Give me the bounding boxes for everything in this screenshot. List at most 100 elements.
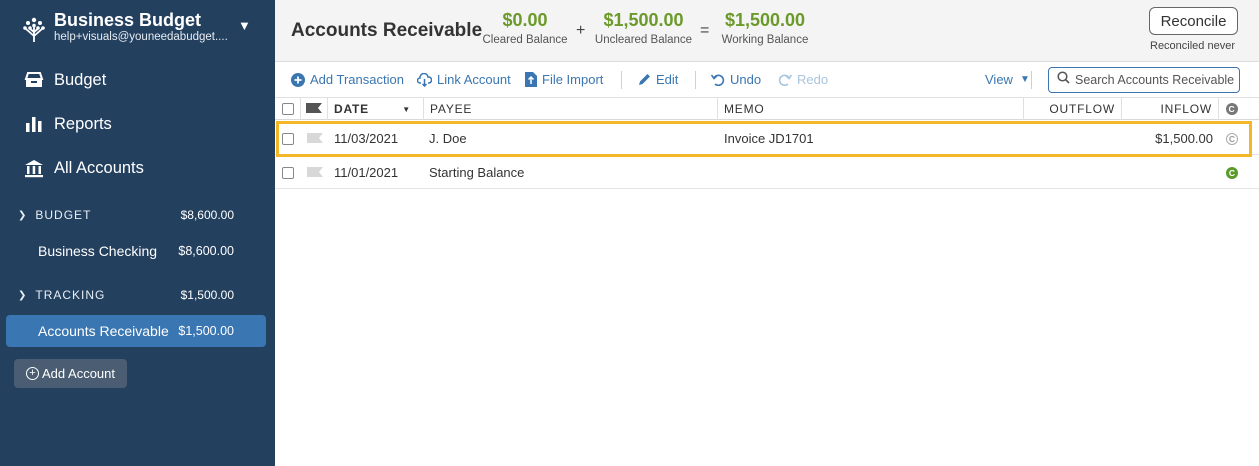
column-header-date[interactable]: DATE ▼ — [328, 98, 424, 120]
cleared-balance-value: $0.00 — [502, 10, 548, 30]
plus-circle-icon: + — [26, 367, 39, 380]
toolbar-divider — [1031, 71, 1032, 89]
flag-icon — [306, 165, 323, 180]
search-input[interactable] — [1075, 73, 1235, 87]
toolbar-divider — [695, 71, 696, 89]
file-import-icon — [525, 72, 537, 87]
undo-icon — [711, 73, 725, 86]
redo-button[interactable]: Redo — [778, 72, 828, 87]
account-balance: $8,600.00 — [178, 244, 234, 258]
uncleared-icon[interactable]: C — [1226, 132, 1238, 145]
file-import-button[interactable]: File Import — [525, 72, 603, 87]
nav-budget-label: Budget — [54, 70, 107, 89]
nav-all-accounts-label: All Accounts — [54, 158, 144, 177]
row-checkbox[interactable] — [282, 132, 294, 145]
cloud-link-icon — [417, 72, 432, 87]
group-budget-header[interactable]: ❯ BUDGET $8,600.00 — [18, 205, 234, 225]
cleared-balance-label: Cleared Balance — [482, 34, 568, 46]
row-inflow[interactable]: $1,500.00 — [1122, 122, 1219, 155]
row-memo[interactable]: Invoice JD1701 — [718, 122, 1024, 155]
search-icon — [1057, 71, 1070, 89]
edit-button[interactable]: Edit — [638, 72, 678, 87]
working-balance: $1,500.00 Working Balance — [715, 10, 815, 46]
account-business-checking[interactable]: Business Checking $8,600.00 — [6, 235, 266, 267]
row-flag-cell[interactable] — [301, 156, 328, 189]
plus-circle-icon — [291, 72, 305, 87]
select-all-checkbox[interactable] — [281, 103, 294, 115]
column-header-inflow[interactable]: INFLOW — [1122, 98, 1219, 120]
column-header-memo[interactable]: MEMO — [718, 98, 1024, 120]
row-cleared-cell: C — [1219, 156, 1245, 189]
account-accounts-receivable[interactable]: Accounts Receivable $1,500.00 — [6, 315, 266, 347]
group-budget-amount: $8,600.00 — [180, 208, 234, 222]
account-header: Accounts Receivable $0.00 Cleared Balanc… — [275, 0, 1259, 62]
link-account-button[interactable]: Link Account — [417, 72, 511, 87]
add-account-label: Add Account — [42, 366, 115, 381]
row-inflow[interactable] — [1122, 156, 1219, 189]
undo-label: Undo — [730, 72, 762, 87]
row-flag-cell[interactable] — [301, 122, 328, 155]
row-date[interactable]: 11/03/2021 — [328, 122, 424, 155]
row-payee[interactable]: J. Doe — [423, 122, 717, 155]
row-outflow[interactable] — [1024, 156, 1122, 189]
budget-switcher[interactable]: Business Budget help+visuals@youneedabud… — [20, 10, 260, 50]
row-outflow[interactable] — [1024, 122, 1122, 155]
nav-budget[interactable]: Budget — [24, 66, 106, 94]
view-dropdown[interactable]: View ▼ — [985, 72, 1030, 87]
search-box[interactable] — [1048, 67, 1240, 93]
flag-column-header[interactable] — [301, 98, 328, 120]
reconciled-status: Reconciled never — [1150, 40, 1235, 52]
view-label: View — [985, 72, 1013, 87]
table-row[interactable]: 11/03/2021 J. Doe Invoice JD1701 $1,500.… — [275, 122, 1259, 155]
tree-logo-icon — [22, 16, 46, 44]
row-select-cell — [275, 156, 301, 189]
equals-sign: = — [700, 22, 710, 39]
flag-icon — [306, 102, 322, 116]
row-date[interactable]: 11/01/2021 — [328, 156, 424, 189]
redo-label: Redo — [797, 72, 829, 87]
caret-down-icon: ▼ — [1019, 74, 1030, 85]
row-memo[interactable] — [718, 156, 1024, 189]
file-import-label: File Import — [542, 72, 604, 87]
uncleared-balance-value: $1,500.00 — [603, 10, 684, 30]
column-header-outflow[interactable]: OUTFLOW — [1024, 98, 1122, 120]
account-balance: $1,500.00 — [178, 324, 234, 338]
account-name: Business Checking — [38, 243, 158, 259]
row-select-cell — [275, 122, 301, 155]
group-tracking-amount: $1,500.00 — [180, 288, 234, 302]
plus-sign: + — [576, 22, 586, 39]
edit-label: Edit — [656, 72, 679, 87]
column-header-payee[interactable]: PAYEE — [424, 98, 718, 120]
redo-icon — [778, 73, 792, 86]
nav-all-accounts[interactable]: All Accounts — [24, 154, 144, 182]
table-header: DATE ▼ PAYEE MEMO OUTFLOW INFLOW C — [275, 98, 1259, 120]
bank-icon — [24, 158, 44, 178]
cleared-icon: C — [1226, 103, 1238, 115]
table-row[interactable]: 11/01/2021 Starting Balance C — [275, 156, 1259, 189]
reconcile-button[interactable]: Reconcile — [1149, 7, 1238, 35]
caret-down-icon[interactable]: ▼ — [238, 18, 251, 33]
row-payee[interactable]: Starting Balance — [423, 156, 717, 189]
group-tracking-label: TRACKING — [35, 288, 106, 302]
date-header-label: DATE — [334, 102, 369, 116]
working-balance-label: Working Balance — [721, 34, 809, 46]
budget-envelope-icon — [24, 70, 44, 90]
undo-button[interactable]: Undo — [711, 72, 761, 87]
group-tracking-header[interactable]: ❯ TRACKING $1,500.00 — [18, 285, 234, 305]
cleared-icon[interactable]: C — [1226, 166, 1238, 179]
sidebar: Business Budget help+visuals@youneedabud… — [0, 0, 275, 466]
add-account-button[interactable]: + Add Account — [14, 359, 127, 388]
row-checkbox[interactable] — [282, 166, 294, 179]
sort-down-icon: ▼ — [402, 104, 411, 114]
toolbar: Add Transaction Link Account File Import… — [275, 62, 1259, 98]
add-transaction-button[interactable]: Add Transaction — [291, 72, 404, 87]
flag-icon — [306, 131, 323, 146]
chevron-down-icon: ❯ — [18, 209, 28, 221]
cleared-balance: $0.00 Cleared Balance — [480, 10, 570, 46]
select-all-cell — [275, 98, 301, 120]
column-header-cleared[interactable]: C — [1219, 98, 1245, 120]
nav-reports[interactable]: Reports — [24, 110, 112, 138]
link-account-label: Link Account — [437, 72, 511, 87]
working-balance-value: $1,500.00 — [724, 10, 806, 30]
chevron-down-icon: ❯ — [18, 289, 28, 301]
